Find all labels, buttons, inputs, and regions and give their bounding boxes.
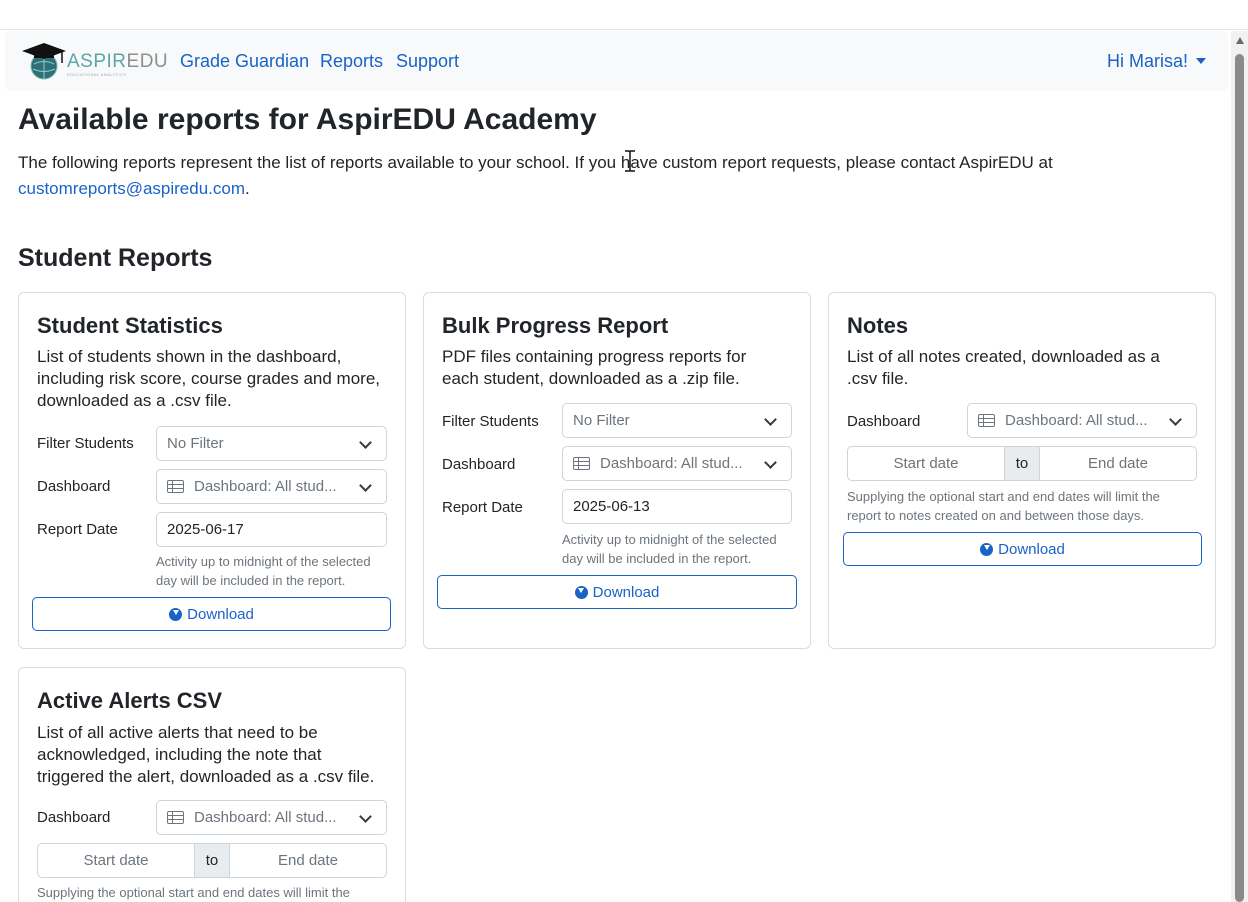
user-greeting: Hi Marisa! xyxy=(1106,51,1188,71)
card-notes: Notes List of all notes created, downloa… xyxy=(828,292,1216,649)
table-icon xyxy=(167,811,184,824)
download-button[interactable]: Download xyxy=(437,575,797,609)
text-cursor-icon xyxy=(625,150,635,172)
end-date-input[interactable]: End date xyxy=(229,843,387,878)
filter-students-label: Filter Students xyxy=(442,413,539,430)
chevron-down-icon xyxy=(359,436,372,449)
filter-students-value: No Filter xyxy=(167,435,224,452)
report-date-help: Activity up to midnight of the selected … xyxy=(562,532,777,566)
dashboard-select[interactable]: Dashboard: All stud... xyxy=(156,800,387,835)
brand-name: ASPIREDU xyxy=(67,51,169,72)
date-range-to-label: to xyxy=(195,843,229,878)
card-active-alerts-csv: Active Alerts CSV List of all active ale… xyxy=(18,667,406,902)
nav-reports[interactable]: Reports xyxy=(320,51,383,72)
card-title: Notes xyxy=(847,313,909,338)
download-button[interactable]: Download xyxy=(843,532,1202,566)
chevron-down-icon xyxy=(1169,413,1182,426)
intro-period: . xyxy=(245,179,250,198)
graduation-cap-globe-icon xyxy=(22,43,66,80)
card-title: Bulk Progress Report xyxy=(442,313,669,338)
download-circle-icon xyxy=(980,542,994,556)
dashboard-label: Dashboard xyxy=(37,478,111,495)
report-date-label: Report Date xyxy=(37,521,118,538)
custom-reports-email-link[interactable]: customreports@aspiredu.com xyxy=(18,179,245,198)
filter-students-select[interactable]: No Filter xyxy=(562,403,792,438)
dashboard-value: Dashboard: All stud... xyxy=(600,455,743,472)
dashboard-select[interactable]: Dashboard: All stud... xyxy=(562,446,792,481)
brand-tagline: EDUCATIONAL ANALYTICS xyxy=(67,72,127,77)
card-student-statistics: Student Statistics List of students show… xyxy=(18,292,406,649)
card-title: Student Statistics xyxy=(37,313,223,338)
table-icon xyxy=(167,480,184,493)
end-date-input[interactable]: End date xyxy=(1039,446,1197,481)
card-bulk-progress-report: Bulk Progress Report PDF files containin… xyxy=(423,292,811,649)
card-description: List of students shown in the dashboard,… xyxy=(37,347,380,410)
caret-down-icon xyxy=(1196,58,1206,64)
filter-students-value: No Filter xyxy=(573,412,630,429)
section-title-student-reports: Student Reports xyxy=(18,244,213,272)
table-icon xyxy=(573,457,590,470)
start-date-input[interactable]: Start date xyxy=(847,446,1005,481)
start-date-input[interactable]: Start date xyxy=(37,843,195,878)
chevron-down-icon xyxy=(764,456,777,469)
date-range-to-label: to xyxy=(1005,446,1039,481)
browser-top-strip xyxy=(0,0,1248,30)
dashboard-value: Dashboard: All stud... xyxy=(194,809,337,826)
page-title: Available reports for AspirEDU Academy xyxy=(18,103,597,136)
dashboard-label: Dashboard xyxy=(37,809,111,826)
nav-support[interactable]: Support xyxy=(396,51,459,72)
dashboard-select[interactable]: Dashboard: All stud... xyxy=(156,469,387,504)
date-range-help: Supplying the optional start and end dat… xyxy=(847,489,1160,523)
download-label: Download xyxy=(187,605,254,623)
card-description: PDF files containing progress reports fo… xyxy=(442,347,747,388)
date-range-help: Supplying the optional start and end dat… xyxy=(37,885,350,900)
download-circle-icon xyxy=(169,607,183,621)
scroll-up-arrow-icon[interactable] xyxy=(1236,37,1244,44)
dashboard-value: Dashboard: All stud... xyxy=(1005,412,1148,429)
report-date-label: Report Date xyxy=(442,499,523,516)
card-description: List of all notes created, downloaded as… xyxy=(847,347,1160,388)
intro-sentence: The following reports represent the list… xyxy=(18,153,1053,172)
download-button[interactable]: Download xyxy=(32,597,391,631)
aspiredu-logo[interactable]: ASPIREDU EDUCATIONAL ANALYTICS xyxy=(20,39,168,81)
top-navbar: ASPIREDU EDUCATIONAL ANALYTICS Grade Gua… xyxy=(5,31,1228,91)
report-date-help: Activity up to midnight of the selected … xyxy=(156,554,371,588)
dashboard-label: Dashboard xyxy=(847,413,921,430)
filter-students-label: Filter Students xyxy=(37,435,134,452)
chevron-down-icon xyxy=(359,479,372,492)
scrollbar-thumb[interactable] xyxy=(1235,54,1244,902)
download-label: Download xyxy=(998,540,1065,558)
download-label: Download xyxy=(592,583,660,601)
user-menu-dropdown[interactable]: Hi Marisa! xyxy=(1107,51,1206,72)
chevron-down-icon xyxy=(359,810,372,823)
card-title: Active Alerts CSV xyxy=(37,688,223,713)
chevron-down-icon xyxy=(764,413,777,426)
table-icon xyxy=(978,414,995,427)
dashboard-label: Dashboard xyxy=(442,456,516,473)
report-date-input[interactable]: 2025-06-13 xyxy=(562,489,792,524)
date-range: Start date to End date xyxy=(847,446,1197,481)
date-range: Start date to End date xyxy=(37,843,387,878)
download-circle-icon xyxy=(574,585,588,599)
dashboard-select[interactable]: Dashboard: All stud... xyxy=(967,403,1197,438)
intro-text: The following reports represent the list… xyxy=(18,150,1198,202)
dashboard-value: Dashboard: All stud... xyxy=(194,478,337,495)
report-date-input[interactable]: 2025-06-17 xyxy=(156,512,387,547)
nav-grade-guardian[interactable]: Grade Guardian xyxy=(180,51,309,72)
filter-students-select[interactable]: No Filter xyxy=(156,426,387,461)
card-description: List of all active alerts that need to b… xyxy=(37,723,375,786)
